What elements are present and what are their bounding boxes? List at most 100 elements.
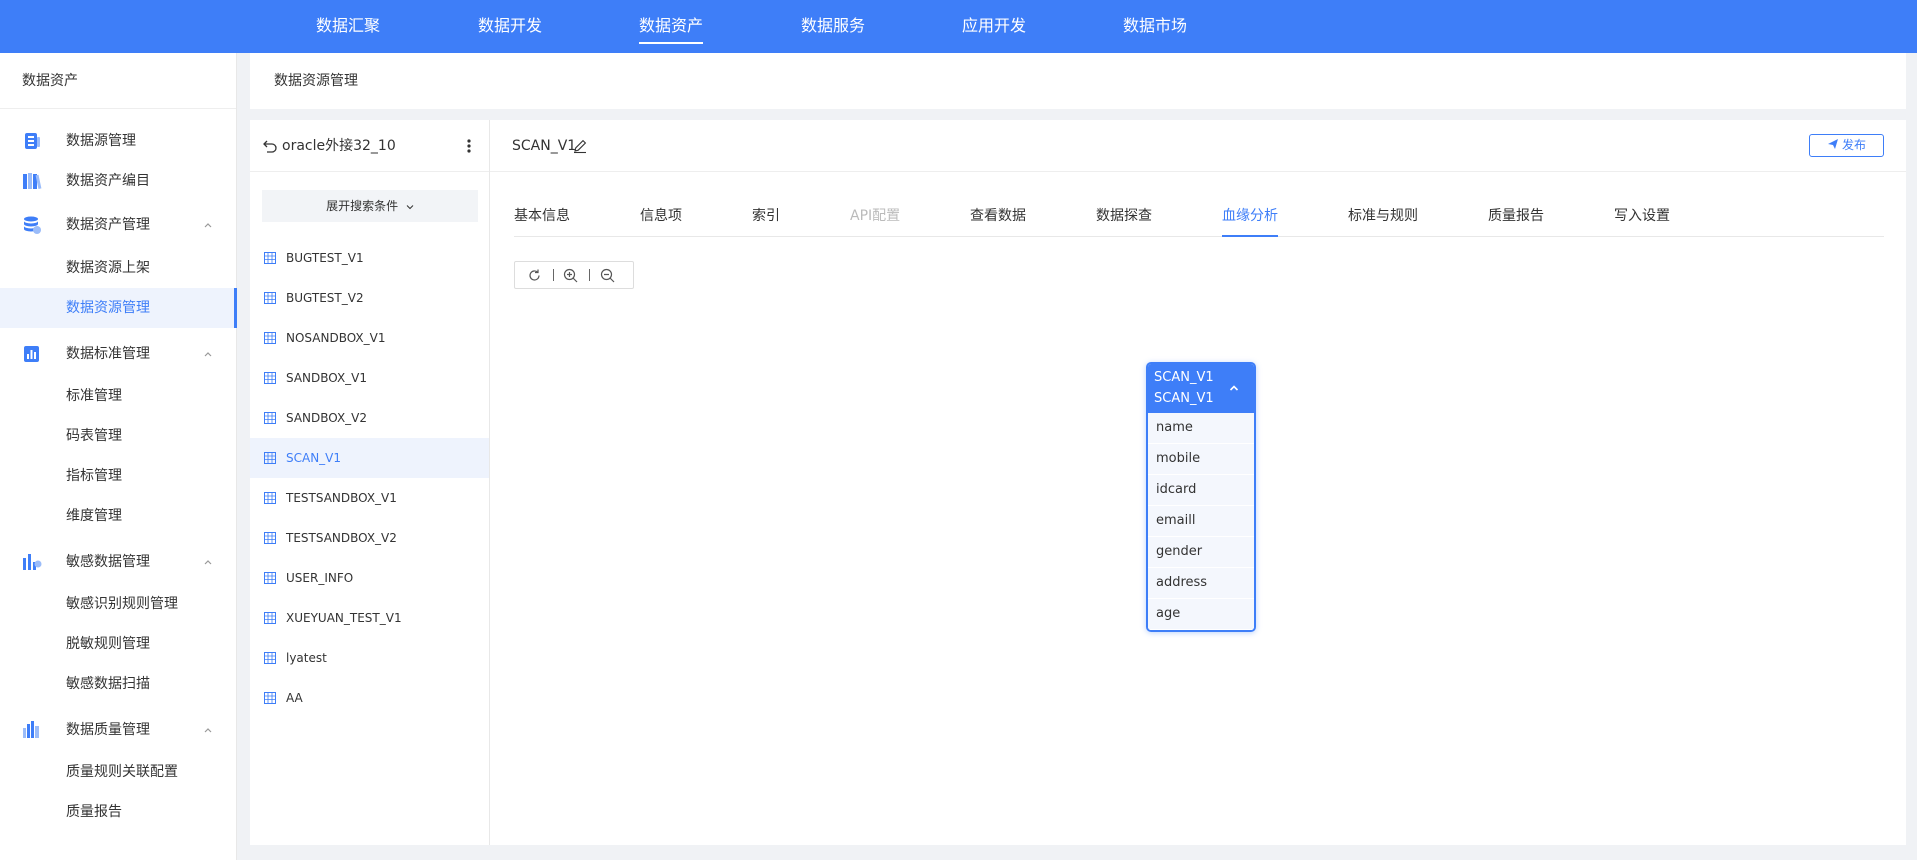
tab-standards-rules[interactable]: 标准与规则	[1348, 204, 1418, 237]
nav-data-market[interactable]: 数据市场	[1123, 0, 1187, 53]
table-item[interactable]: AA	[250, 678, 489, 718]
shield-chart-icon	[23, 554, 42, 570]
table-icon	[264, 572, 276, 584]
table-item[interactable]: BUGTEST_V1	[250, 238, 489, 278]
sidebar-item-code-tables[interactable]: 码表管理	[0, 416, 237, 456]
sidebar-group-asset-management[interactable]: 数据资产管理	[0, 205, 237, 245]
table-item-label: TESTSANDBOX_V1	[286, 491, 397, 505]
breadcrumb: 数据资源管理	[274, 73, 358, 89]
lineage-field[interactable]: emaill	[1148, 506, 1254, 537]
tab-data-exploration[interactable]: 数据探查	[1096, 204, 1152, 237]
publish-button[interactable]: 发布	[1809, 134, 1884, 157]
sidebar-item-resource-listing[interactable]: 数据资源上架	[0, 248, 237, 288]
table-item-selected[interactable]: SCAN_V1	[250, 438, 489, 478]
more-vertical-icon[interactable]	[466, 138, 472, 154]
table-item-label: SCAN_V1	[286, 451, 342, 465]
table-name-title: SCAN_V1	[512, 138, 577, 154]
data-source-name: oracle外接32_10	[282, 138, 396, 154]
nav-data-assets[interactable]: 数据资产	[639, 0, 704, 53]
chevron-up-icon	[204, 728, 212, 733]
table-item[interactable]: XUEYUAN_TEST_V1	[250, 598, 489, 638]
detail-tabs: 基本信息 信息项 索引 API配置 查看数据 数据探查 血缘分析 标准与规则 质…	[514, 204, 1884, 237]
lineage-field[interactable]: name	[1148, 413, 1254, 444]
nav-app-development[interactable]: 应用开发	[962, 0, 1026, 53]
bar-chart-icon	[24, 346, 39, 362]
table-item-label: TESTSANDBOX_V2	[286, 531, 397, 545]
lineage-field[interactable]: mobile	[1148, 444, 1254, 475]
sidebar-group-standard-management[interactable]: 数据标准管理	[0, 334, 237, 374]
table-icon	[264, 412, 276, 424]
lineage-field[interactable]: age	[1148, 599, 1254, 630]
sidebar-group-quality[interactable]: 数据质量管理	[0, 710, 237, 750]
table-item[interactable]: lyatest	[250, 638, 489, 678]
table-icon	[264, 252, 276, 264]
table-item[interactable]: TESTSANDBOX_V1	[250, 478, 489, 518]
table-icon	[264, 372, 276, 384]
sidebar-item-quality-rule-config[interactable]: 质量规则关联配置	[0, 752, 237, 792]
table-icon	[264, 452, 276, 464]
nav-data-aggregation[interactable]: 数据汇聚	[316, 0, 380, 53]
table-item[interactable]: USER_INFO	[250, 558, 489, 598]
sidebar-item-quality-report[interactable]: 质量报告	[0, 792, 237, 832]
chevron-up-icon	[204, 560, 212, 565]
tab-info-items[interactable]: 信息项	[640, 204, 682, 237]
nav-data-development[interactable]: 数据开发	[478, 0, 542, 53]
tab-index[interactable]: 索引	[752, 204, 780, 237]
zoom-in-icon[interactable]	[563, 268, 578, 283]
sidebar-title: 数据资产	[0, 53, 236, 109]
sidebar-item-dimensions[interactable]: 维度管理	[0, 496, 237, 536]
table-item[interactable]: BUGTEST_V2	[250, 278, 489, 318]
table-item[interactable]: SANDBOX_V1	[250, 358, 489, 398]
back-arrow-icon[interactable]	[262, 138, 278, 154]
tab-quality-report[interactable]: 质量报告	[1488, 204, 1544, 237]
sidebar-item-data-source[interactable]: 数据源管理	[0, 121, 237, 161]
page-header: 数据资源管理	[250, 53, 1906, 109]
tab-write-settings[interactable]: 写入设置	[1614, 204, 1670, 237]
table-icon	[264, 532, 276, 544]
sidebar-item-sensitive-rules[interactable]: 敏感识别规则管理	[0, 584, 237, 624]
table-item[interactable]: SANDBOX_V2	[250, 398, 489, 438]
edit-pencil-icon[interactable]	[572, 138, 588, 154]
lineage-node-header: SCAN_V1 SCAN_V1	[1148, 364, 1254, 413]
list-panel-header: oracle外接32_10	[250, 120, 489, 172]
sidebar-group-label: 敏感数据管理	[66, 554, 150, 570]
table-icon	[264, 612, 276, 624]
stack-icon	[24, 216, 41, 234]
tab-view-data[interactable]: 查看数据	[970, 204, 1026, 237]
table-icon	[264, 292, 276, 304]
lineage-field[interactable]: address	[1148, 568, 1254, 599]
chevron-up-icon[interactable]	[1228, 382, 1240, 394]
sidebar-group-label: 数据质量管理	[66, 722, 150, 738]
sidebar-group-sensitive-data[interactable]: 敏感数据管理	[0, 542, 237, 582]
table-item[interactable]: TESTSANDBOX_V2	[250, 518, 489, 558]
zoom-out-icon[interactable]	[600, 268, 615, 283]
sidebar-group-label: 数据资产管理	[66, 217, 150, 233]
database-icon	[25, 133, 40, 149]
sidebar-item-sensitive-scan[interactable]: 敏感数据扫描	[0, 664, 237, 704]
refresh-icon[interactable]	[527, 268, 542, 283]
sidebar-item-indicators[interactable]: 指标管理	[0, 456, 237, 496]
publish-label: 发布	[1841, 138, 1866, 152]
chevron-up-icon	[204, 223, 212, 228]
lineage-node[interactable]: SCAN_V1 SCAN_V1 name mobile idcard email…	[1146, 362, 1256, 632]
table-item-label: AA	[286, 691, 303, 705]
tab-basic-info[interactable]: 基本信息	[514, 204, 570, 237]
lineage-node-title: SCAN_V1	[1154, 370, 1214, 385]
quality-chart-icon	[23, 721, 39, 738]
sidebar-item-standards[interactable]: 标准管理	[0, 376, 237, 416]
sidebar-item-resource-management[interactable]: 数据资源管理	[0, 288, 237, 328]
sidebar-item-asset-catalog[interactable]: 数据资产编目	[0, 161, 237, 201]
table-item[interactable]: NOSANDBOX_V1	[250, 318, 489, 358]
table-icon	[264, 332, 276, 344]
table-item-label: NOSANDBOX_V1	[286, 331, 386, 345]
sidebar-item-masking-rules[interactable]: 脱敏规则管理	[0, 624, 237, 664]
lineage-field[interactable]: gender	[1148, 537, 1254, 568]
sidebar-item-label: 数据源管理	[66, 133, 136, 149]
books-icon	[23, 173, 42, 190]
expand-search-button[interactable]: 展开搜索条件	[262, 190, 478, 222]
chevron-up-icon	[204, 352, 212, 357]
lineage-field[interactable]: idcard	[1148, 475, 1254, 506]
nav-data-services[interactable]: 数据服务	[801, 0, 865, 53]
detail-header: SCAN_V1 发布	[490, 120, 1906, 172]
tab-lineage-analysis[interactable]: 血缘分析	[1222, 204, 1278, 237]
